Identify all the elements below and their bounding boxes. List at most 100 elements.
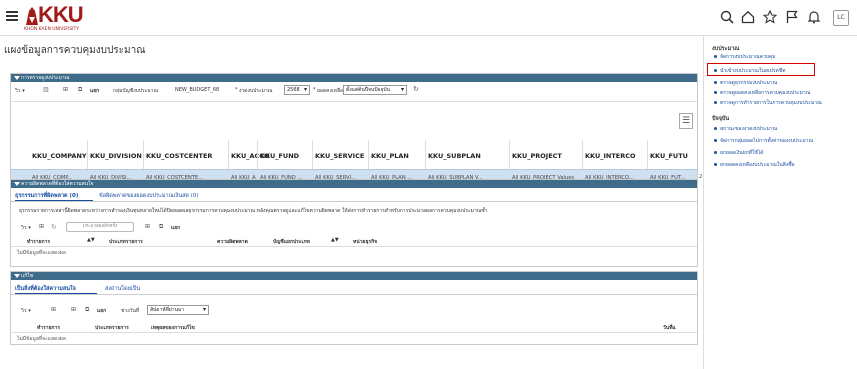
tab-needs-attention[interactable]: เป็นสิ่งที่ต้องใส่ความสนใจ — [15, 285, 76, 293]
column-header[interactable]: เหตุผลของการแก้ไข — [151, 324, 195, 332]
detach-button[interactable]: แยก — [171, 224, 180, 232]
column-header[interactable]: ทำรายการ — [27, 238, 50, 246]
view-menu[interactable]: วิว ▾ — [21, 307, 31, 315]
export-icon[interactable]: ⊞ — [63, 86, 68, 93]
export-icon[interactable]: ⊞ — [39, 223, 44, 230]
date-range-label: ช่วงวันที่ — [121, 308, 140, 314]
row-last-value: 2 — [699, 174, 703, 180]
favorites-star-icon[interactable] — [763, 10, 777, 24]
user-avatar[interactable]: LC — [833, 10, 849, 26]
menu-icon[interactable] — [6, 11, 18, 21]
column-header[interactable]: KKU_INTERCO — [585, 152, 636, 160]
top-bar: KKU KHON KAEN UNIVERSITY LC — [0, 0, 857, 36]
column-header[interactable]: KKU_SUBPLAN — [428, 152, 481, 160]
date-range-select[interactable]: สัปดาห์ที่ผ่านมา — [147, 305, 209, 315]
search-icon[interactable] — [720, 10, 734, 24]
tab-transaction-errors[interactable]: ธุรกรรมการที่ผิดพลาด (0) — [15, 192, 78, 200]
panel-header[interactable]: แก้ไข — [11, 272, 697, 280]
sidebar-link[interactable]: ยกยอดคงเหลืองบประมาณในสิ่งซื้อ — [714, 161, 795, 169]
refresh-icon[interactable]: ↻ — [51, 223, 57, 231]
column-header[interactable]: ความผิดพลาด — [217, 238, 248, 246]
panel-header[interactable]: การตรวจดูงบประมาณ — [11, 74, 697, 82]
tab-submitted[interactable]: ส่งถ่านโดยเป็น — [105, 285, 140, 293]
column-separator — [425, 140, 426, 169]
main-content: แผงข้อมูลการควบคุมงบประมาณ การตรวจดูงบปร… — [0, 36, 703, 369]
detach-icon[interactable]: ⧉ — [159, 223, 163, 231]
view-menu[interactable]: วิว ▾ — [21, 224, 31, 232]
ledger-value: NEW_BUDGET_68 — [175, 87, 220, 93]
home-icon[interactable] — [741, 10, 755, 24]
column-separator — [228, 140, 229, 169]
balance-value: ตั้งแต่ต้นปีจนปัจจุบัน — [346, 87, 390, 93]
column-header[interactable]: หน่วยธุรกิจ — [353, 238, 377, 246]
sidebar-link[interactable]: จัดการกลุ่มยอดไปการตั้งค่าของงบประมาณ — [713, 137, 813, 145]
logo-text: KKU — [38, 2, 84, 27]
sidebar-link[interactable]: สถานะของงวดงบประมาณ — [713, 125, 777, 133]
period-label: งวดงบประมาณ — [239, 88, 273, 94]
export-icon[interactable]: ⊞ — [51, 306, 56, 313]
sidebar-heading-budget: งบประมาณ — [712, 46, 740, 52]
column-header[interactable]: KKU_COMPANY — [32, 152, 87, 160]
page-title: แผงข้อมูลการควบคุมงบประมาณ — [4, 45, 146, 56]
errors-description: ธุรกรรมรายการเหล่านี้ผิดพลาดระหว่างการสำ… — [19, 208, 488, 214]
column-separator — [509, 140, 510, 169]
column-header[interactable]: KKU_SERVICE — [315, 152, 364, 160]
view-menu[interactable]: วิว ▾ — [15, 87, 25, 95]
sort-icon[interactable]: ▲▼ — [87, 237, 95, 243]
column-header[interactable]: KKU_DIVISION — [90, 152, 142, 160]
corrections-panel: แก้ไข เป็นสิ่งที่ต้องใส่ความสนใจ ส่งถ่าน… — [10, 271, 698, 345]
period-label-star: * — [235, 87, 238, 93]
divider — [11, 332, 697, 333]
balance-select[interactable]: ตั้งแต่ต้นปีจนปัจจุบัน — [343, 85, 407, 95]
column-separator — [143, 140, 144, 169]
column-header[interactable]: ประเภทรายการ — [95, 324, 129, 332]
divider — [11, 294, 697, 295]
refresh-icon[interactable]: ↻ — [413, 85, 419, 93]
sidebar-link[interactable]: ยกยอดเงินยกที่ใช้ได้ — [714, 149, 764, 157]
period-value: 2568 — [287, 87, 300, 93]
sidebar-link[interactable]: ตรวจดูยอดคงเหลือการควบคุมงบประมาณ — [713, 89, 810, 97]
chart-icon[interactable]: ▥ — [43, 86, 49, 93]
sidebar-link[interactable]: ตรวจดูการทำรายการในการควบคุมงบประมาณ — [714, 99, 822, 107]
flag-icon[interactable] — [785, 10, 799, 24]
column-header[interactable]: KKU_COSTCENTER — [146, 152, 212, 160]
column-separator — [582, 140, 583, 169]
period-select[interactable]: 2568 — [284, 85, 310, 95]
column-picker-icon[interactable]: ☰ — [679, 113, 693, 129]
detach-button[interactable]: แยก — [90, 87, 99, 95]
detach-icon[interactable]: ⧉ — [85, 306, 89, 314]
export-icon[interactable]: ⊞ — [71, 306, 76, 313]
tab-cash-errors[interactable]: ข้อผิดพลาดของยอดงบประมาณเงินสด (0) — [99, 192, 199, 200]
sort-icon[interactable]: ▲▼ — [331, 237, 339, 243]
column-header[interactable]: ทำรายการ — [37, 324, 60, 332]
sidebar-link[interactable]: จัดการงบประมาณควบคุม — [714, 53, 776, 61]
column-header[interactable]: KKU_PLAN — [371, 152, 409, 160]
kku-logo[interactable]: KKU KHON KAEN UNIVERSITY — [24, 2, 96, 33]
column-header[interactable]: บัญชีแยกประเภท — [273, 238, 310, 246]
notifications-bell-icon[interactable] — [807, 10, 821, 24]
sidebar-heading-current: ปัจจุบัน — [712, 116, 730, 122]
export-icon[interactable]: ⊞ — [145, 223, 150, 230]
balance-label: ยอดคงเหลือ — [317, 88, 344, 94]
tasks-sidebar: งบประมาณ จัดการงบประมาณควบคุม นำเข้างบปร… — [703, 36, 857, 369]
column-header[interactable]: KKU_FUND — [260, 152, 299, 160]
view-label: วิว — [21, 225, 27, 231]
resubmit-button[interactable]: ประมวลผลอีกครั้ง — [66, 222, 134, 232]
column-header[interactable]: KKU_PROJECT — [512, 152, 562, 160]
column-header[interactable]: ประเภทรายการ — [109, 238, 143, 246]
detach-button[interactable]: แยก — [97, 307, 106, 315]
column-header[interactable]: KKU_FUTU — [650, 152, 688, 160]
divider — [11, 246, 697, 247]
detach-icon[interactable]: ⧉ — [78, 86, 82, 94]
sidebar-link[interactable]: ตรวจดูธุรกรรมงบประมาณ — [713, 79, 777, 87]
divider — [11, 101, 697, 102]
column-header[interactable]: วันที่แ — [663, 324, 676, 332]
empty-message: ไม่มีข้อมูลที่จะแสดงผล — [17, 336, 66, 342]
logo-subtitle: KHON KAEN UNIVERSITY — [24, 27, 79, 32]
column-separator — [368, 140, 369, 169]
highlight-callout — [707, 63, 815, 76]
empty-message: ไม่มีข้อมูลที่จะแสดงผล — [17, 250, 66, 256]
panel-header[interactable]: ความผิดพลาดที่ต้องใส่ความสนใจ — [11, 180, 697, 188]
errors-panel: ความผิดพลาดที่ต้องใส่ความสนใจ ธุรกรรมการ… — [10, 179, 698, 267]
view-label: วิว — [15, 88, 21, 94]
